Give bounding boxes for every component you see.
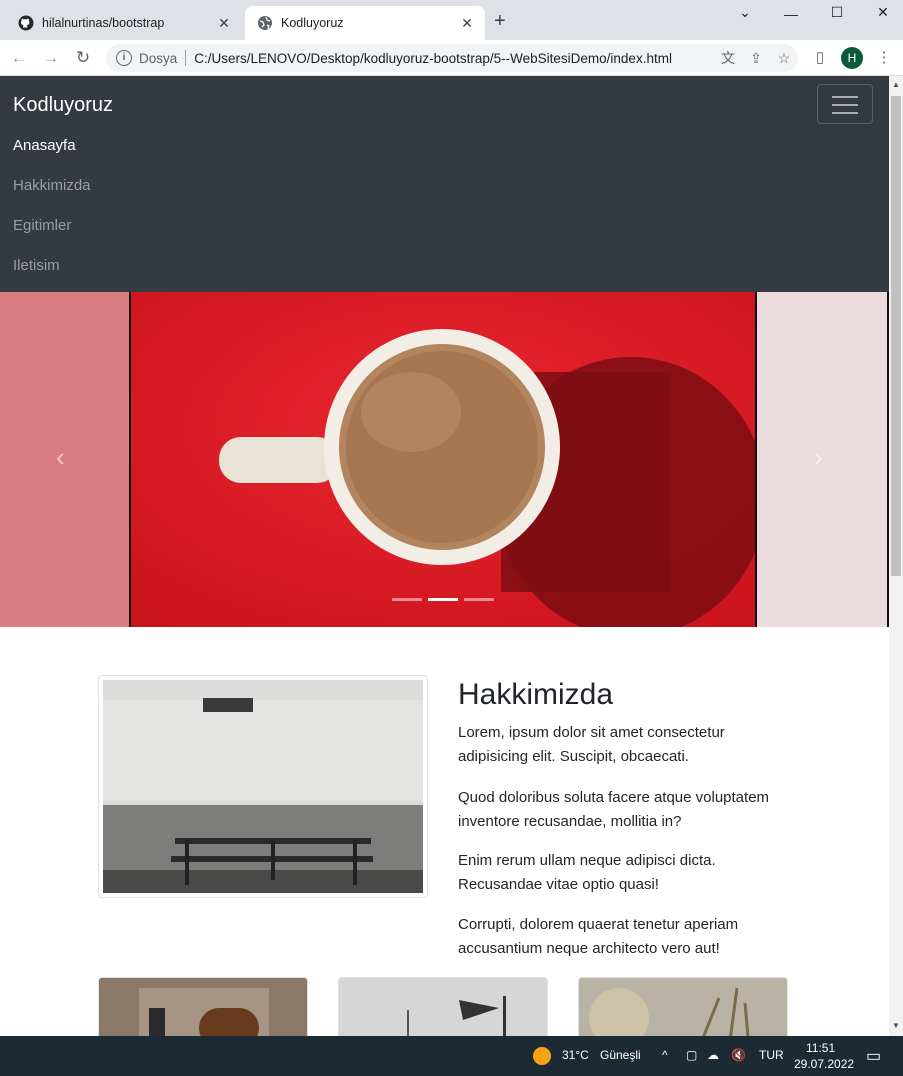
scrollbar-thumb[interactable] xyxy=(891,96,901,576)
tab-title: Kodluyoruz xyxy=(281,16,344,30)
doorway-image xyxy=(99,978,307,1036)
nav-link-egitimler[interactable]: Egitimler xyxy=(13,217,71,234)
forward-arrow-icon[interactable]: → xyxy=(40,47,62,69)
volume-muted-icon[interactable]: 🔇 xyxy=(731,1048,746,1062)
reload-icon[interactable]: ↻ xyxy=(72,47,94,69)
browser-toolbar: ← → ↻ i Dosya C:/Users/LENOVO/Desktop/ko… xyxy=(0,40,903,76)
image-carousel: ‹ › xyxy=(0,292,889,627)
scheme-label: Dosya xyxy=(139,50,178,66)
tab-kodluyoruz[interactable]: Kodluyoruz ✕ xyxy=(245,6,485,40)
translate-icon[interactable]: 文 xyxy=(714,48,742,68)
about-paragraph: Quod doloribus soluta facere atque volup… xyxy=(458,789,770,830)
course-card-image[interactable] xyxy=(98,977,308,1036)
course-card-image[interactable] xyxy=(578,977,788,1036)
info-icon[interactable]: i xyxy=(116,50,132,66)
site-navbar: Kodluyoruz Anasayfa Hakkimizda Egitimler… xyxy=(0,76,889,292)
clock-time[interactable]: 11:51 xyxy=(806,1041,835,1055)
flag-pole-image xyxy=(339,978,547,1036)
nav-link-hakkimizda[interactable]: Hakkimizda xyxy=(13,177,91,194)
about-paragraph: Enim rerum ullam neque adipisci dicta. R… xyxy=(458,852,716,893)
about-title: Hakkimizda xyxy=(458,678,614,711)
weather-temperature[interactable]: 31°C xyxy=(562,1048,589,1062)
about-image xyxy=(98,675,428,898)
carousel-slide-coffee xyxy=(131,292,755,627)
maximize-icon[interactable]: ☐ xyxy=(814,2,860,22)
close-window-icon[interactable]: ✕ xyxy=(860,2,903,22)
new-tab-icon[interactable]: + xyxy=(494,10,506,33)
divider xyxy=(185,50,187,66)
notification-icon[interactable]: ▭ xyxy=(866,1046,881,1066)
page-scrollbar[interactable]: ▲ ▼ xyxy=(889,76,903,1036)
course-card-image[interactable] xyxy=(338,977,548,1036)
windows-taskbar: 31°C Güneşli ^ ▢ ☁ 🔇 TUR 11:51 29.07.202… xyxy=(0,1036,903,1076)
carousel-indicator[interactable] xyxy=(464,598,494,601)
nav-link-iletisim[interactable]: Iletisim xyxy=(13,257,60,274)
carousel-indicator[interactable] xyxy=(392,598,422,601)
onedrive-cloud-icon[interactable]: ☁ xyxy=(707,1048,719,1062)
tab-title: hilalnurtinas/bootstrap xyxy=(42,16,165,30)
scroll-up-icon[interactable]: ▲ xyxy=(889,80,903,89)
hamburger-icon xyxy=(832,96,858,98)
tab-github[interactable]: hilalnurtinas/bootstrap ✕ xyxy=(6,6,242,40)
coffee-cup-image xyxy=(131,292,755,627)
url-text[interactable]: C:/Users/LENOVO/Desktop/kodluyoruz-boots… xyxy=(194,51,714,66)
globe-icon xyxy=(257,15,273,31)
hamburger-icon-bar xyxy=(832,104,858,106)
wheat-field-image xyxy=(579,978,787,1036)
language-indicator[interactable]: TUR xyxy=(759,1048,784,1062)
bookmark-star-icon[interactable]: ☆ xyxy=(770,50,798,67)
tab-search-chevron-icon[interactable]: ⌄ xyxy=(722,2,768,22)
chevron-up-icon[interactable]: ^ xyxy=(662,1048,668,1062)
site-brand[interactable]: Kodluyoruz xyxy=(13,94,113,117)
close-tab-icon[interactable]: ✕ xyxy=(216,15,232,32)
side-panel-icon[interactable]: ▯ xyxy=(810,48,830,68)
tab-strip: hilalnurtinas/bootstrap ✕ Kodluyoruz ✕ +… xyxy=(0,0,903,40)
clock-date[interactable]: 29.07.2022 xyxy=(794,1057,854,1071)
profile-avatar[interactable]: H xyxy=(841,47,863,69)
minimize-icon[interactable]: — xyxy=(768,4,814,24)
hamburger-icon-bar xyxy=(832,112,858,114)
meet-icon[interactable]: ▢ xyxy=(686,1048,697,1062)
share-icon[interactable]: ⇪ xyxy=(742,50,770,67)
carousel-next-icon[interactable]: › xyxy=(814,442,823,473)
menu-dots-icon[interactable]: ⋮ xyxy=(874,48,894,68)
web-page: Kodluyoruz Anasayfa Hakkimizda Egitimler… xyxy=(0,76,889,1036)
github-icon xyxy=(18,15,34,31)
sun-icon[interactable] xyxy=(533,1047,551,1065)
carousel-indicator-active[interactable] xyxy=(428,598,458,601)
weather-condition[interactable]: Güneşli xyxy=(600,1048,641,1062)
bench-wall-image xyxy=(103,680,423,893)
back-arrow-icon[interactable]: ← xyxy=(8,47,30,69)
about-paragraph: Corrupti, dolorem quaerat tenetur aperia… xyxy=(458,916,739,957)
scroll-down-icon[interactable]: ▼ xyxy=(889,1021,903,1030)
nav-link-anasayfa[interactable]: Anasayfa xyxy=(13,137,76,154)
navbar-toggler-button[interactable] xyxy=(817,84,873,124)
about-paragraph: Lorem, ipsum dolor sit amet consectetur … xyxy=(458,724,725,765)
carousel-prev-icon[interactable]: ‹ xyxy=(56,442,65,473)
address-bar[interactable]: i Dosya C:/Users/LENOVO/Desktop/kodluyor… xyxy=(106,44,798,72)
close-tab-icon[interactable]: ✕ xyxy=(459,15,475,32)
